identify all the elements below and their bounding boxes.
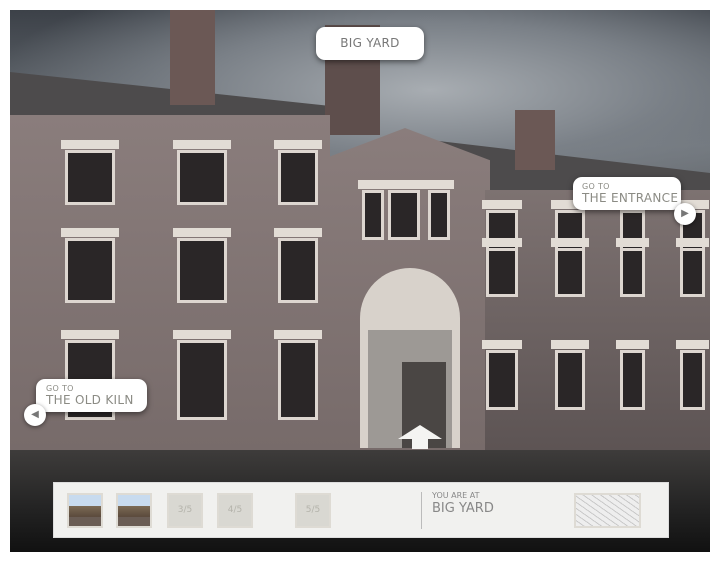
window-lintel — [482, 238, 522, 247]
window-lintel — [173, 330, 231, 339]
window — [486, 248, 518, 297]
window-lintel — [173, 140, 231, 149]
chimney — [515, 110, 555, 170]
window-lintel — [676, 238, 709, 247]
current-location: BIG YARD — [432, 501, 494, 516]
window-lintel — [482, 200, 522, 209]
window-lintel — [61, 140, 119, 149]
window-lintel — [424, 180, 454, 189]
window-lintel — [61, 228, 119, 237]
you-are-at-label: YOU ARE AT — [432, 491, 480, 500]
go-to-entrance-button[interactable]: GO TO THE ENTRANCE — [573, 177, 681, 210]
window — [680, 248, 705, 297]
window-lintel — [616, 238, 649, 247]
thumbnail-3[interactable]: 3/5 — [167, 493, 203, 528]
map-icon[interactable] — [574, 493, 641, 528]
window — [680, 350, 705, 410]
window-lintel — [384, 180, 424, 189]
location-title: BIG YARD — [316, 27, 424, 60]
window — [177, 150, 227, 205]
building-wall — [485, 190, 710, 450]
thumbnail-1[interactable] — [67, 493, 103, 528]
window — [428, 190, 450, 240]
thumbnail-4[interactable]: 4/5 — [217, 493, 253, 528]
go-to-prefix: GO TO — [582, 182, 610, 191]
arrow-up-icon[interactable] — [396, 423, 444, 451]
window — [278, 150, 318, 205]
window — [278, 238, 318, 303]
destination-label: THE ENTRANCE — [582, 191, 679, 205]
arrow-right-icon[interactable]: ▶ — [674, 203, 696, 225]
window-lintel — [274, 330, 322, 339]
window-lintel — [274, 140, 322, 149]
window — [177, 340, 227, 420]
chimney — [170, 10, 215, 105]
thumbnail-2[interactable] — [116, 493, 152, 528]
panorama-view — [10, 10, 710, 552]
window — [388, 190, 420, 240]
window — [555, 350, 585, 410]
divider — [421, 492, 422, 529]
window-lintel — [676, 340, 709, 349]
window-lintel — [274, 228, 322, 237]
window — [620, 248, 645, 297]
destination-label: THE OLD KILN — [46, 393, 134, 407]
arrow-left-icon[interactable]: ◀ — [24, 404, 46, 426]
window-lintel — [482, 340, 522, 349]
window — [555, 248, 585, 297]
window — [278, 340, 318, 420]
window-lintel — [173, 228, 231, 237]
window-lintel — [61, 330, 119, 339]
go-to-prefix: GO TO — [46, 384, 74, 393]
window — [177, 238, 227, 303]
window — [620, 350, 645, 410]
window — [362, 190, 384, 240]
window-lintel — [551, 238, 589, 247]
window-lintel — [616, 340, 649, 349]
window-lintel — [551, 340, 589, 349]
window — [486, 350, 518, 410]
thumbnail-5[interactable]: 5/5 — [295, 493, 331, 528]
go-to-old-kiln-button[interactable]: GO TO THE OLD KILN — [36, 379, 147, 412]
window — [65, 150, 115, 205]
window — [65, 238, 115, 303]
bottom-navigation-bar: 3/5 4/5 5/5 YOU ARE AT BIG YARD — [53, 482, 669, 538]
